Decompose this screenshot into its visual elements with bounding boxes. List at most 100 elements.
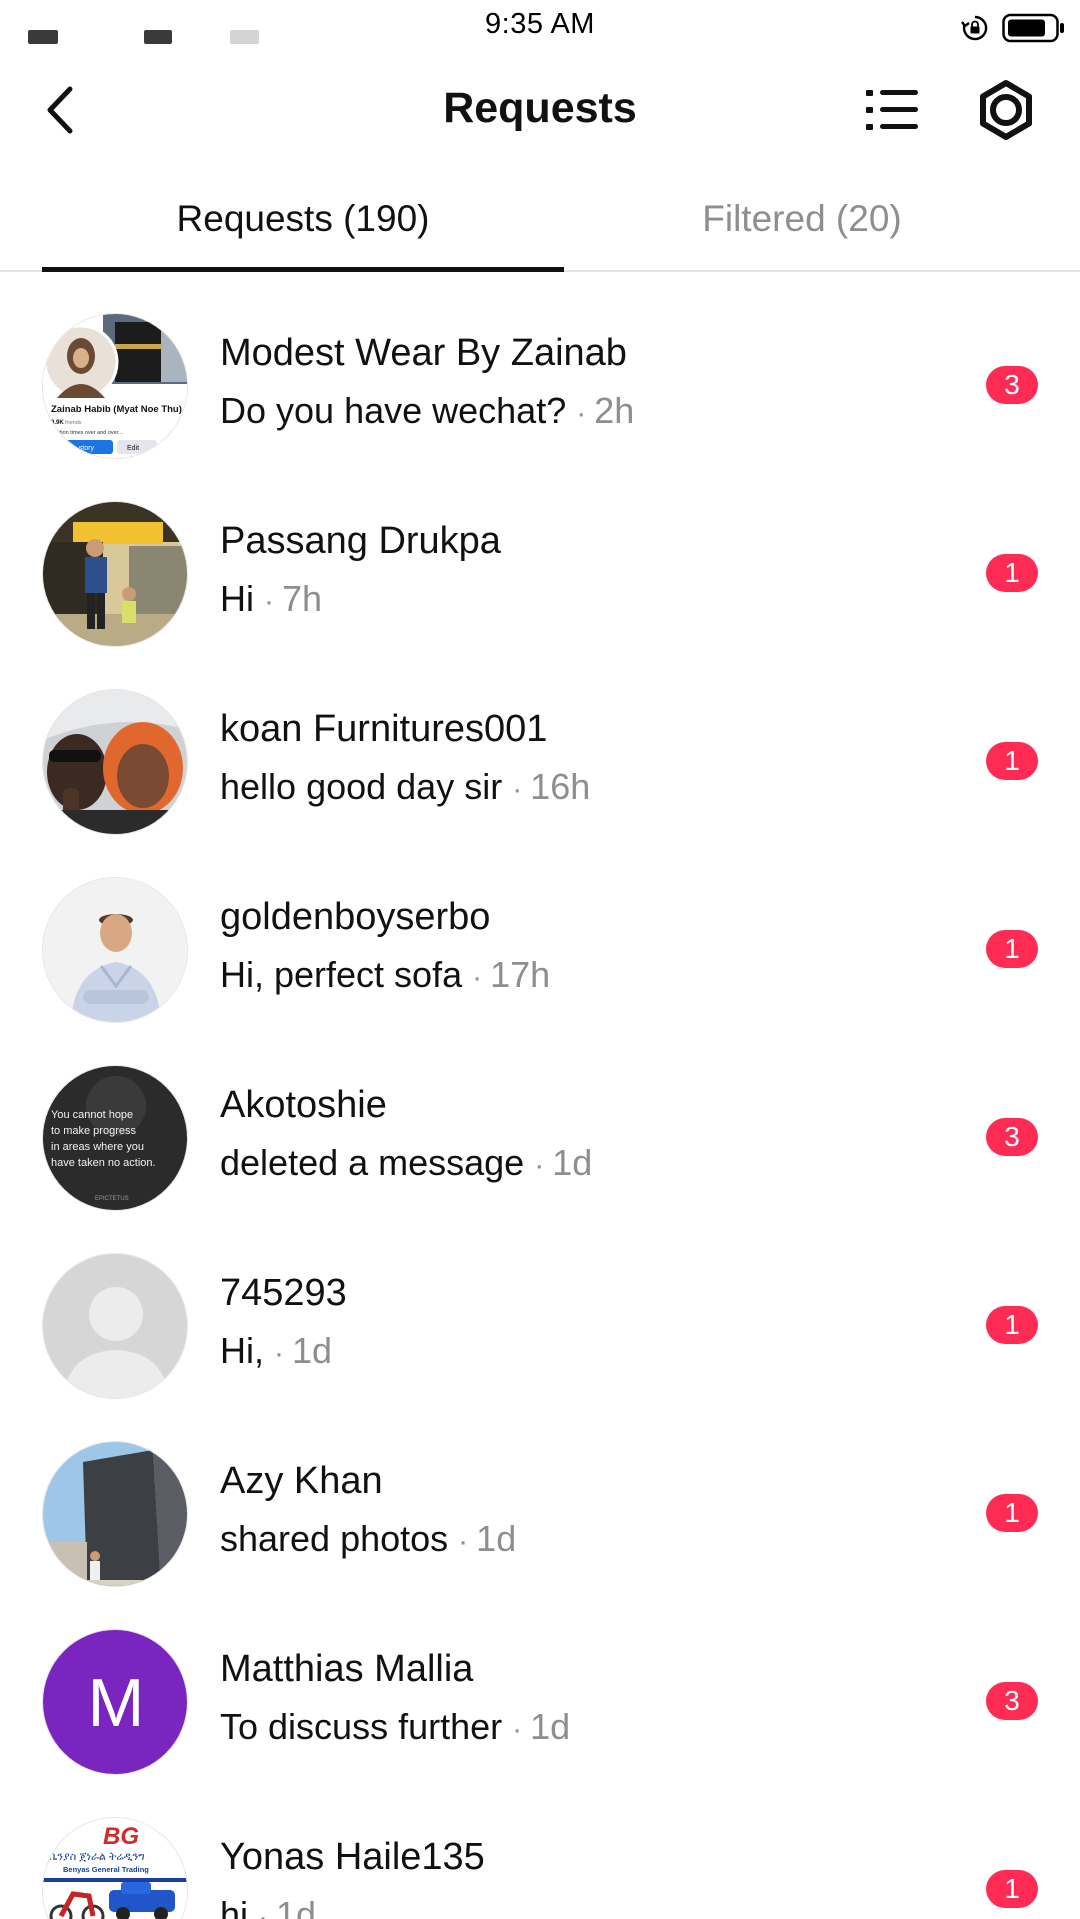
active-tab-indicator xyxy=(42,267,564,272)
unread-count-badge: 1 xyxy=(986,742,1038,780)
unread-count-badge: 3 xyxy=(986,366,1038,404)
message-time: 1d xyxy=(276,1894,317,1919)
message-text: Hi, perfect sofa xyxy=(220,954,463,995)
request-item[interactable]: You cannot hope to make progress in area… xyxy=(0,1042,1080,1230)
status-bar: 9:35 AM xyxy=(0,0,1080,55)
unread-count-badge: 3 xyxy=(986,1118,1038,1156)
sender-name: 745293 xyxy=(220,1272,347,1314)
avatar[interactable]: Zainab Habib (Myat Noe Thu) 9.9K friends… xyxy=(42,313,188,459)
request-item[interactable]: Passang Drukpa Hi · 7h 1 xyxy=(0,478,1080,666)
unread-count-badge: 1 xyxy=(986,1870,1038,1908)
separator-dot: · xyxy=(458,1525,469,1558)
svg-text:Edit: Edit xyxy=(127,445,139,452)
message-text: Do you have wechat? xyxy=(220,390,567,431)
message-time: 7h xyxy=(282,578,323,619)
unread-count-badge: 3 xyxy=(986,1682,1038,1720)
request-item[interactable]: Azy Khan shared photos · 1d 1 xyxy=(0,1418,1080,1606)
message-preview: shared photos · 1d xyxy=(220,1518,516,1560)
avatar[interactable]: BG ቤንያስ ጀነራል ትሬዲንግ Benyas General Tradin… xyxy=(42,1817,188,1919)
svg-text:Benyas General Trading: Benyas General Trading xyxy=(63,1865,149,1874)
message-text: Hi xyxy=(220,578,254,619)
sender-name: goldenboyserbo xyxy=(220,896,491,938)
sender-name: Matthias Mallia xyxy=(220,1648,474,1690)
message-preview: Do you have wechat? · 2h xyxy=(220,390,634,432)
avatar[interactable] xyxy=(42,1253,188,1399)
svg-text:friends: friends xyxy=(65,420,82,426)
header: Requests xyxy=(0,62,1080,158)
request-tabs: Requests (190) Filtered (20) xyxy=(0,180,1080,272)
sender-name: Akotoshie xyxy=(220,1084,387,1126)
battery-icon xyxy=(1002,13,1064,43)
message-preview: Hi, perfect sofa · 17h xyxy=(220,954,550,996)
message-time: 17h xyxy=(490,954,551,995)
unread-count-badge: 1 xyxy=(986,554,1038,592)
sender-name: Yonas Haile135 xyxy=(220,1836,485,1878)
svg-text:Zainab Habib (Myat Noe Thu): Zainab Habib (Myat Noe Thu) xyxy=(51,404,182,415)
message-time: 1d xyxy=(476,1518,517,1559)
request-item[interactable]: M Matthias Mallia To discuss further · 1d … xyxy=(0,1606,1080,1794)
message-time: 2h xyxy=(594,390,635,431)
message-text: hi xyxy=(220,1894,249,1919)
request-item[interactable]: BG ቤንያስ ጀነራል ትሬዲንግ Benyas General Tradin… xyxy=(0,1794,1080,1919)
message-text: Hi, xyxy=(220,1330,264,1371)
message-time: 1d xyxy=(530,1706,571,1747)
settings-gear-icon xyxy=(980,80,1032,140)
list-icon xyxy=(866,90,918,130)
message-text: To discuss further xyxy=(220,1706,503,1747)
message-preview: hi · 1d xyxy=(220,1894,316,1919)
avatar[interactable] xyxy=(42,877,188,1023)
message-time: 1d xyxy=(552,1142,593,1183)
svg-text:in areas where you: in areas where you xyxy=(51,1141,144,1153)
status-time: 9:35 AM xyxy=(485,8,595,40)
svg-text:ቤንያስ ጀነራል ትሬዲንግ: ቤንያስ ጀነራል ትሬዲንግ xyxy=(49,1851,145,1863)
tab-filtered[interactable]: Filtered (20) xyxy=(564,198,1040,258)
separator-dot: · xyxy=(576,397,587,430)
manage-list-button[interactable] xyxy=(862,82,922,138)
rotation-lock-icon xyxy=(961,15,988,41)
settings-button[interactable] xyxy=(974,78,1038,142)
avatar[interactable]: You cannot hope to make progress in area… xyxy=(42,1065,188,1211)
tab-requests[interactable]: Requests (190) xyxy=(42,198,564,258)
unread-count-badge: 1 xyxy=(986,1494,1038,1532)
svg-text:You cannot hope: You cannot hope xyxy=(51,1109,133,1121)
svg-text:M: M xyxy=(88,1665,145,1741)
requests-screen: 9:35 AM Requests Requests (190) Filtered… xyxy=(0,0,1080,1919)
separator-dot: · xyxy=(534,1149,545,1182)
separator-dot: · xyxy=(512,1713,523,1746)
svg-text:to make progress: to make progress xyxy=(51,1125,136,1137)
request-item[interactable]: koan Furnitures001 hello good day sir · 16… xyxy=(0,666,1080,854)
request-item[interactable]: 745293 Hi, · 1d 1 xyxy=(0,1230,1080,1418)
default-avatar-icon xyxy=(43,1254,187,1398)
avatar[interactable] xyxy=(42,1441,188,1587)
svg-text:to story: to story xyxy=(71,445,94,452)
sender-name: koan Furnitures001 xyxy=(220,708,548,750)
avatar[interactable]: M xyxy=(42,1629,188,1775)
sender-name: Azy Khan xyxy=(220,1460,383,1502)
message-text: deleted a message xyxy=(220,1142,525,1183)
request-item[interactable]: Zainab Habib (Myat Noe Thu) 9.9K friends… xyxy=(0,290,1080,478)
message-preview: Hi · 7h xyxy=(220,578,322,620)
message-time: 1d xyxy=(292,1330,333,1371)
svg-text:...dition times over and over.: ...dition times over and over... xyxy=(51,430,123,436)
svg-text:BG: BG xyxy=(103,1823,139,1850)
request-item[interactable]: goldenboyserbo Hi, perfect sofa · 17h 1 xyxy=(0,854,1080,1042)
sender-name: Passang Drukpa xyxy=(220,520,501,562)
separator-dot: · xyxy=(258,1901,269,1919)
separator-dot: · xyxy=(264,585,274,618)
separator-dot: · xyxy=(274,1337,284,1370)
avatar[interactable] xyxy=(42,501,188,647)
message-preview: hello good day sir · 16h xyxy=(220,766,590,808)
separator-dot: · xyxy=(512,773,523,806)
message-text: hello good day sir xyxy=(220,766,503,807)
svg-text:EPICTETUS: EPICTETUS xyxy=(95,1196,129,1202)
svg-text:9.9K: 9.9K xyxy=(51,420,64,426)
message-text: shared photos xyxy=(220,1518,449,1559)
message-preview: Hi, · 1d xyxy=(220,1330,332,1372)
request-list: Zainab Habib (Myat Noe Thu) 9.9K friends… xyxy=(0,290,1080,1919)
message-preview: To discuss further · 1d xyxy=(220,1706,570,1748)
message-time: 16h xyxy=(530,766,591,807)
unread-count-badge: 1 xyxy=(986,930,1038,968)
message-preview: deleted a message · 1d xyxy=(220,1142,592,1184)
unread-count-badge: 1 xyxy=(986,1306,1038,1344)
avatar[interactable] xyxy=(42,689,188,835)
